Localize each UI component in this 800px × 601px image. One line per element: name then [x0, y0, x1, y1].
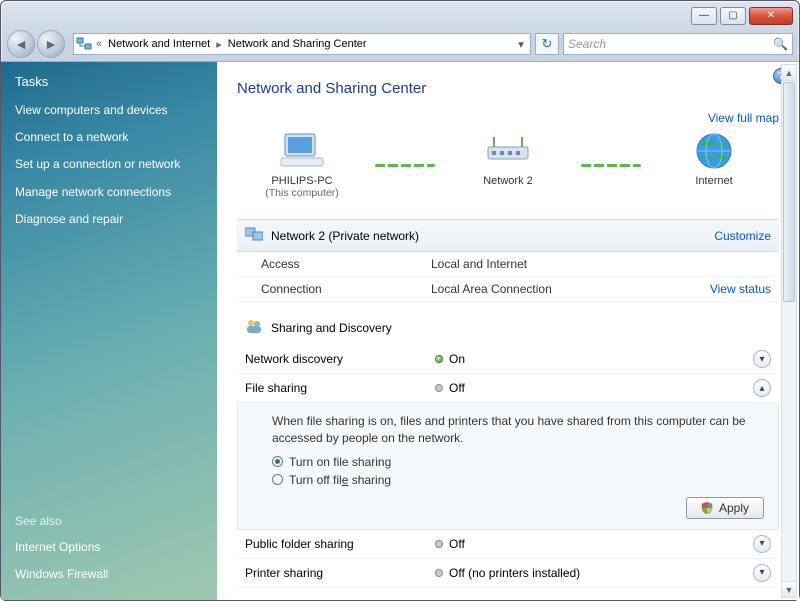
titlebar: — ▢ ✕	[1, 1, 799, 27]
connector-icon	[375, 164, 435, 167]
status-dot-off-icon	[435, 540, 443, 548]
sidebar-link-manage-connections[interactable]: Manage network connections	[15, 179, 203, 206]
file-sharing-state: Off	[449, 381, 465, 395]
expand-network-discovery-button[interactable]: ▾	[753, 350, 771, 368]
connector-icon	[581, 164, 641, 167]
node-internet[interactable]: Internet	[649, 131, 779, 199]
node-pc-name: PHILIPS-PC	[271, 175, 332, 187]
network-discovery-state: On	[449, 352, 465, 366]
radio-off-icon	[272, 474, 283, 485]
nav-buttons: ◄ ►	[7, 30, 65, 58]
row-access: Access Local and Internet	[237, 252, 779, 277]
sharing-discovery-title: Sharing and Discovery	[271, 321, 392, 335]
radio-turn-on-file-sharing[interactable]: Turn on file sharing	[272, 453, 764, 471]
breadcrumb-chevron-icon: «	[96, 38, 102, 50]
expand-printer-sharing-button[interactable]: ▾	[753, 564, 771, 582]
network-map: PHILIPS-PC (This computer) Network 2	[237, 131, 779, 199]
content: ? Network and Sharing Center View full m…	[217, 62, 799, 600]
search-icon[interactable]: 🔍	[773, 37, 788, 51]
apply-button[interactable]: Apply	[686, 497, 764, 519]
tasks-heading: Tasks	[15, 74, 203, 89]
apply-button-label: Apply	[719, 501, 749, 515]
collapse-file-sharing-button[interactable]: ▴	[753, 379, 771, 397]
network-discovery-label: Network discovery	[245, 352, 435, 366]
node-pc-sub: (This computer)	[265, 187, 339, 199]
scroll-down-button[interactable]: ▼	[782, 581, 796, 597]
network-section-label: Network 2 (Private network)	[271, 229, 419, 243]
address-dropdown-icon[interactable]: ▾	[514, 38, 528, 51]
node-this-computer[interactable]: PHILIPS-PC (This computer)	[237, 131, 367, 199]
breadcrumb-sep-icon: ▸	[216, 38, 222, 51]
file-sharing-label: File sharing	[245, 381, 435, 395]
search-placeholder: Search	[568, 37, 606, 51]
status-dot-on-icon	[435, 355, 443, 363]
access-label: Access	[261, 257, 431, 271]
file-sharing-panel: When file sharing is on, files and print…	[237, 403, 779, 530]
forward-button[interactable]: ►	[37, 30, 65, 58]
public-folder-sharing-label: Public folder sharing	[245, 537, 435, 551]
scrollbar[interactable]: ▲ ▼	[781, 64, 797, 598]
search-input[interactable]: Search 🔍	[563, 33, 793, 55]
scroll-up-button[interactable]: ▲	[782, 65, 796, 81]
shield-icon	[701, 502, 713, 514]
row-public-folder-sharing: Public folder sharing Off ▾	[237, 530, 779, 559]
file-sharing-description: When file sharing is on, files and print…	[272, 413, 764, 447]
printer-sharing-label: Printer sharing	[245, 566, 435, 580]
connection-value: Local Area Connection	[431, 282, 552, 296]
view-full-map-link[interactable]: View full map	[237, 111, 779, 125]
scroll-thumb[interactable]	[783, 82, 795, 302]
sidebar-link-connect[interactable]: Connect to a network	[15, 124, 203, 151]
row-network-discovery: Network discovery On ▾	[237, 345, 779, 374]
radio-on-icon	[272, 456, 283, 467]
sidebar-link-setup-connection[interactable]: Set up a connection or network	[15, 151, 203, 178]
node-internet-label: Internet	[695, 175, 732, 187]
network-section-header: Network 2 (Private network) Customize	[237, 219, 779, 252]
network-icon	[76, 36, 92, 52]
sidebar-link-windows-firewall[interactable]: Windows Firewall	[15, 561, 203, 588]
window: — ▢ ✕ ◄ ► « Network and Internet ▸ Netwo…	[0, 0, 800, 601]
network-small-icon	[245, 226, 263, 245]
row-printer-sharing: Printer sharing Off (no printers install…	[237, 559, 779, 588]
maximize-button[interactable]: ▢	[720, 7, 746, 25]
sidebar: Tasks View computers and devices Connect…	[1, 62, 217, 600]
connection-label: Connection	[261, 282, 431, 296]
sidebar-link-internet-options[interactable]: Internet Options	[15, 534, 203, 561]
breadcrumb-current[interactable]: Network and Sharing Center	[226, 38, 369, 50]
status-dot-off-icon	[435, 569, 443, 577]
globe-icon	[690, 131, 738, 171]
node-network[interactable]: Network 2	[443, 131, 573, 199]
customize-link[interactable]: Customize	[714, 229, 771, 243]
close-button[interactable]: ✕	[749, 7, 793, 25]
page-title: Network and Sharing Center	[237, 80, 779, 97]
radio-turn-off-file-sharing[interactable]: Turn off file sharing	[272, 471, 764, 489]
see-also-heading: See also	[15, 514, 203, 528]
breadcrumb-parent[interactable]: Network and Internet	[106, 38, 212, 50]
computer-icon	[278, 131, 326, 171]
refresh-button[interactable]: ↻	[535, 33, 559, 55]
printer-sharing-state: Off (no printers installed)	[449, 566, 580, 580]
back-button[interactable]: ◄	[7, 30, 35, 58]
radio-on-label: Turn on file sharing	[289, 455, 391, 469]
status-dot-off-icon	[435, 384, 443, 392]
body: Tasks View computers and devices Connect…	[1, 61, 799, 600]
address-bar[interactable]: « Network and Internet ▸ Network and Sha…	[73, 33, 531, 55]
sidebar-link-view-computers[interactable]: View computers and devices	[15, 97, 203, 124]
row-connection: Connection Local Area Connection View st…	[237, 277, 779, 302]
switch-icon	[484, 131, 532, 171]
people-icon	[245, 318, 263, 337]
access-value: Local and Internet	[431, 257, 527, 271]
minimize-button[interactable]: —	[691, 7, 717, 25]
expand-public-folder-button[interactable]: ▾	[753, 535, 771, 553]
node-net-name: Network 2	[483, 175, 533, 187]
sharing-discovery-header: Sharing and Discovery	[237, 302, 779, 345]
sidebar-link-diagnose[interactable]: Diagnose and repair	[15, 206, 203, 233]
view-status-link[interactable]: View status	[710, 282, 771, 296]
toolbar: ◄ ► « Network and Internet ▸ Network and…	[1, 27, 799, 61]
public-folder-sharing-state: Off	[449, 537, 465, 551]
row-file-sharing: File sharing Off ▴	[237, 374, 779, 403]
radio-off-label: Turn off file sharing	[289, 473, 391, 487]
